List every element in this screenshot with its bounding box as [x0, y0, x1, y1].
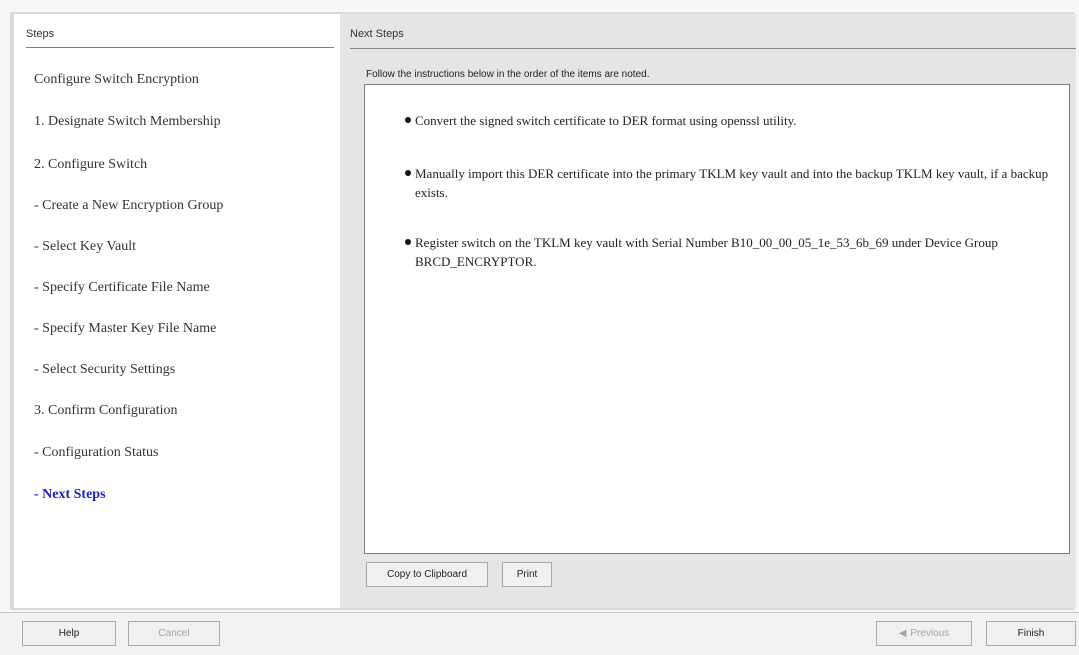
- step-select-key-vault: - Select Key Vault: [34, 239, 136, 254]
- step-specify-certificate-file-name: - Specify Certificate File Name: [34, 280, 210, 295]
- finish-button[interactable]: Finish: [986, 621, 1076, 646]
- next-step-item: Register switch on the TKLM key vault wi…: [405, 233, 1055, 271]
- bullet-icon: [405, 117, 411, 123]
- steps-panel: Steps Configure Switch Encryption 1. Des…: [14, 14, 340, 608]
- step-specify-master-key-file-name: - Specify Master Key File Name: [34, 321, 217, 336]
- bullet-icon: [405, 239, 411, 245]
- print-button[interactable]: Print: [502, 562, 552, 587]
- steps-header: Steps: [26, 28, 55, 40]
- step-create-encryption-group: - Create a New Encryption Group: [34, 198, 224, 213]
- previous-button[interactable]: ◀ Previous: [876, 621, 972, 646]
- bullet-icon: [405, 170, 411, 176]
- step-configure-switch: 2. Configure Switch: [34, 157, 148, 172]
- step-next-steps: - Next Steps: [34, 487, 106, 502]
- cancel-button[interactable]: Cancel: [128, 621, 220, 646]
- help-button[interactable]: Help: [22, 621, 116, 646]
- step-configure-switch-encryption: Configure Switch Encryption: [34, 72, 199, 87]
- step-designate-switch-membership: 1. Designate Switch Membership: [34, 114, 221, 129]
- content-header: Next Steps: [350, 28, 404, 40]
- next-step-text: Register switch on the TKLM key vault wi…: [415, 235, 998, 269]
- steps-divider: [26, 47, 334, 48]
- next-step-text: Manually import this DER certificate int…: [415, 166, 1049, 200]
- previous-button-label: Previous: [910, 628, 950, 639]
- instructions-text: Follow the instructions below in the ord…: [366, 69, 650, 80]
- next-step-item: Manually import this DER certificate int…: [405, 164, 1055, 202]
- footer-bar: Help Cancel ◀ Previous Finish: [0, 612, 1079, 655]
- next-steps-text-box[interactable]: Convert the signed switch certificate to…: [364, 84, 1070, 554]
- step-select-security-settings: - Select Security Settings: [34, 362, 176, 377]
- next-step-text: Convert the signed switch certificate to…: [415, 113, 797, 128]
- step-confirm-configuration: 3. Confirm Configuration: [34, 403, 178, 418]
- content-divider: [350, 48, 1076, 49]
- content-panel: Next Steps Follow the instructions below…: [340, 14, 1076, 608]
- arrow-left-icon: ◀: [898, 628, 907, 639]
- copy-to-clipboard-button[interactable]: Copy to Clipboard: [366, 562, 488, 587]
- next-step-item: Convert the signed switch certificate to…: [405, 111, 1055, 130]
- step-configuration-status: - Configuration Status: [34, 445, 159, 460]
